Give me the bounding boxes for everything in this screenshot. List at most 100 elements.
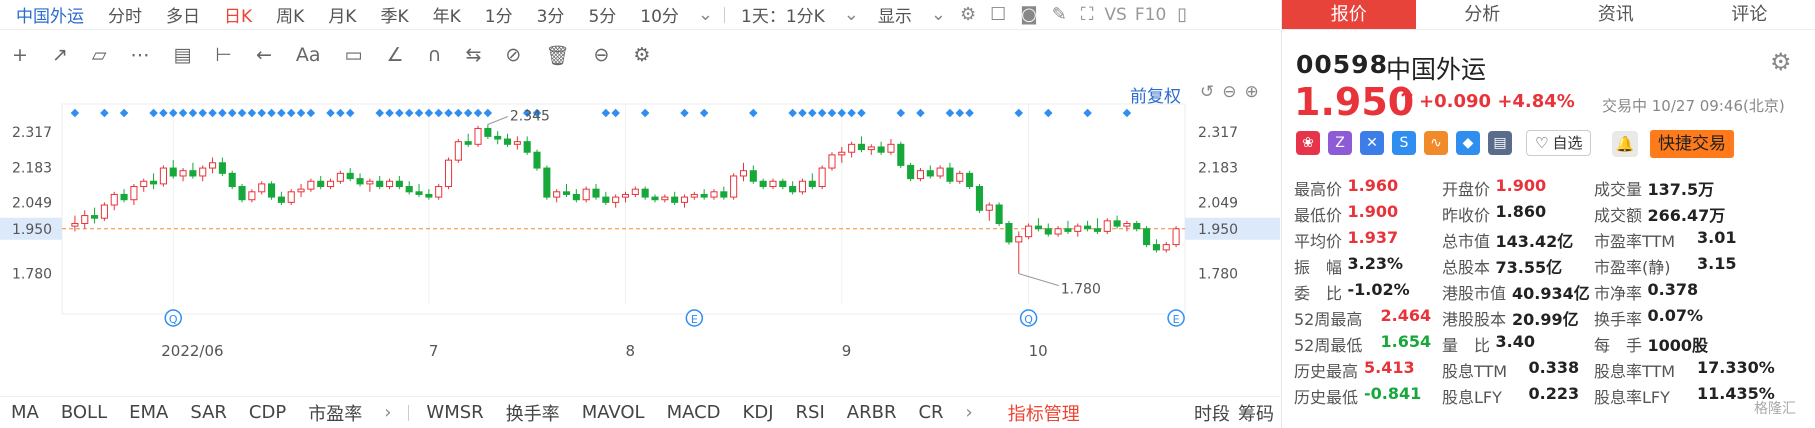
- drawing-settings-icon[interactable]: ⚙: [621, 44, 662, 66]
- vs-button[interactable]: VS: [1100, 5, 1130, 25]
- time-segment-button[interactable]: 时段: [1186, 400, 1238, 426]
- signal-dot: [424, 108, 434, 118]
- stat-label: 市盈率TTM: [1594, 232, 1676, 251]
- candle-body: [120, 193, 128, 201]
- indicator-wmsr[interactable]: WMSR: [415, 402, 494, 423]
- zoom-in-icon[interactable]: ⊕: [1245, 82, 1259, 102]
- stat-label: 52周最高: [1294, 310, 1363, 329]
- chip-distribution-button[interactable]: 筹码: [1238, 400, 1280, 426]
- period-tab-fenshi[interactable]: 分时: [96, 2, 154, 27]
- compare-icon[interactable]: ⊖: [581, 44, 621, 66]
- candle-body: [110, 193, 118, 206]
- doc-icon[interactable]: ▤: [1488, 131, 1512, 155]
- wave-icon[interactable]: ∿: [1424, 131, 1448, 155]
- angle-tool-icon[interactable]: ∠: [375, 44, 416, 66]
- sync-icon[interactable]: ⇆: [453, 44, 493, 66]
- y-tick-label-left: 2.049: [12, 196, 52, 212]
- tag-icon[interactable]: ◆: [1456, 131, 1480, 155]
- chevron-down-icon[interactable]: ⌄: [691, 4, 720, 25]
- interval-select[interactable]: 1天：1分K: [729, 2, 837, 27]
- indicator-boll[interactable]: BOLL: [50, 402, 118, 423]
- candle-body: [897, 143, 905, 166]
- plot-frame: [61, 103, 1186, 315]
- candle-body: [592, 188, 600, 198]
- candle-body: [218, 162, 226, 174]
- arrow-tool-icon[interactable]: ←: [244, 44, 284, 66]
- trash-icon[interactable]: 🗑: [533, 44, 581, 67]
- sidebar-toggle-icon[interactable]: ▯: [1170, 4, 1194, 25]
- tab-news[interactable]: 资讯: [1549, 0, 1683, 29]
- undo-icon[interactable]: ↺: [1200, 82, 1214, 102]
- candle-body: [1064, 228, 1072, 232]
- indicator-cdp[interactable]: CDP: [238, 402, 297, 423]
- period-tab-daily[interactable]: 日K: [212, 2, 264, 27]
- candle-body: [494, 135, 502, 140]
- period-tab-quarterly[interactable]: 季K: [368, 2, 420, 27]
- hk-flag-icon[interactable]: ❀: [1296, 131, 1320, 155]
- fibonacci-tool-icon[interactable]: ▤: [161, 44, 203, 66]
- period-tab-weekly[interactable]: 周K: [264, 2, 316, 27]
- s-icon[interactable]: S: [1392, 131, 1416, 155]
- text-tool-icon[interactable]: Aa: [284, 44, 333, 66]
- indicator-kdj[interactable]: KDJ: [732, 402, 785, 423]
- stock-name-label[interactable]: 中国外运: [0, 2, 96, 27]
- period-tab-5min[interactable]: 5分: [576, 2, 628, 27]
- candlestick-chart[interactable]: 2.317 2.317 2.183 2.183 2.049 2.049 1.950 1.950…: [0, 100, 1280, 396]
- display-menu[interactable]: 显示: [866, 2, 924, 27]
- f10-button[interactable]: F10: [1131, 5, 1170, 25]
- indicator-manage-button[interactable]: 指标管理: [984, 400, 1091, 426]
- period-tab-multiday[interactable]: 多日: [154, 2, 212, 27]
- indicator-mavol[interactable]: MAVOL: [571, 402, 656, 423]
- indicator-sar[interactable]: SAR: [179, 402, 238, 423]
- quick-trade-button[interactable]: 快捷交易: [1650, 130, 1734, 158]
- period-tab-1min[interactable]: 1分: [473, 2, 525, 27]
- bell-icon[interactable]: 🔔: [1612, 131, 1638, 157]
- comment-tool-icon[interactable]: ▭: [333, 44, 375, 66]
- cross-icon[interactable]: ✕: [1360, 131, 1384, 155]
- signal-dot: [385, 108, 394, 118]
- tab-comments[interactable]: 评论: [1683, 0, 1815, 29]
- chevron-right-icon[interactable]: ›: [373, 402, 402, 423]
- candle-body: [140, 180, 148, 188]
- candle-body: [907, 164, 915, 180]
- indicator-turnover[interactable]: 换手率: [495, 400, 571, 426]
- settings-gear-icon[interactable]: ⚙: [1770, 48, 1792, 76]
- indicator-pe[interactable]: 市盈率: [297, 400, 373, 426]
- chevron-right-icon[interactable]: ›: [955, 402, 984, 423]
- hide-drawings-icon[interactable]: ⊘: [493, 44, 533, 66]
- indicator-ema[interactable]: EMA: [118, 402, 179, 423]
- tab-quote[interactable]: 报价: [1282, 0, 1416, 29]
- stat-label: 成交额: [1594, 206, 1643, 225]
- layout-square-icon[interactable]: ☐: [983, 4, 1013, 25]
- pencil-icon[interactable]: ✎: [1045, 4, 1074, 25]
- period-tab-3min[interactable]: 3分: [525, 2, 577, 27]
- range-tool-icon[interactable]: ⊢: [203, 44, 244, 66]
- candle-body: [543, 167, 551, 198]
- period-tab-10min[interactable]: 10分: [628, 2, 691, 27]
- channel-tool-icon[interactable]: ▱: [80, 44, 119, 66]
- candle-body: [887, 143, 895, 153]
- zhi-icon[interactable]: Z: [1328, 131, 1352, 155]
- chevron-down-icon[interactable]: ⌄: [837, 4, 866, 25]
- candle-body: [444, 159, 453, 188]
- add-watchlist-button[interactable]: ♡ 自选: [1526, 130, 1592, 156]
- zoom-out-icon[interactable]: ⊖: [1222, 82, 1236, 102]
- pattern-tool-icon[interactable]: ⋯: [118, 44, 161, 66]
- indicator-macd[interactable]: MACD: [656, 402, 732, 423]
- settings-gear-icon[interactable]: ⚙: [953, 4, 983, 25]
- camera-icon[interactable]: ◙: [1013, 4, 1044, 25]
- magnet-icon[interactable]: ∩: [416, 44, 454, 66]
- period-tab-monthly[interactable]: 月K: [316, 2, 368, 27]
- indicator-ma[interactable]: MA: [0, 402, 50, 423]
- period-tab-yearly[interactable]: 年K: [421, 2, 473, 27]
- line-tool-icon[interactable]: ↗: [40, 44, 80, 66]
- fullscreen-icon[interactable]: ⛶: [1074, 4, 1101, 25]
- indicator-rsi[interactable]: RSI: [785, 402, 836, 423]
- indicator-arbr[interactable]: ARBR: [836, 402, 908, 423]
- chevron-down-icon[interactable]: ⌄: [924, 4, 953, 25]
- stat-label: 换手率: [1594, 310, 1643, 329]
- signal-dot: [473, 108, 483, 118]
- crosshair-icon[interactable]: +: [0, 44, 40, 66]
- tab-analysis[interactable]: 分析: [1416, 0, 1550, 29]
- indicator-cr[interactable]: CR: [907, 402, 954, 423]
